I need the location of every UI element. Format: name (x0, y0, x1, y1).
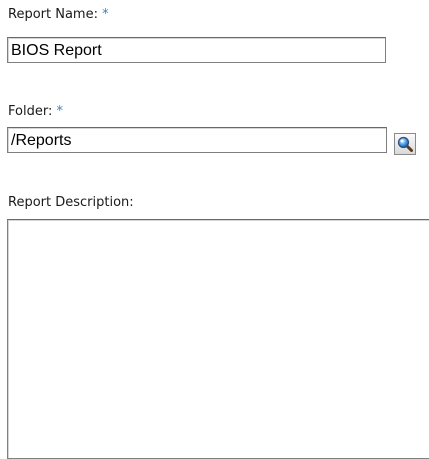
report-name-label: Report Name: * (8, 7, 109, 23)
report-name-required-marker: * (102, 7, 109, 22)
folder-label: Folder: * (8, 104, 63, 120)
report-description-label: Report Description: (8, 195, 134, 211)
report-name-input[interactable]: BIOS Report (7, 37, 386, 63)
folder-input[interactable]: /Reports (7, 127, 387, 153)
folder-required-marker: * (56, 104, 63, 119)
report-name-input-value: BIOS Report (11, 42, 102, 59)
folder-browse-button[interactable] (394, 133, 416, 155)
folder-input-value: /Reports (11, 132, 72, 149)
report-description-label-text: Report Description: (8, 195, 134, 210)
report-description-textarea[interactable] (7, 219, 429, 459)
report-name-label-text: Report Name: (8, 7, 98, 22)
magnifier-icon (397, 136, 413, 152)
folder-label-text: Folder: (8, 104, 53, 119)
